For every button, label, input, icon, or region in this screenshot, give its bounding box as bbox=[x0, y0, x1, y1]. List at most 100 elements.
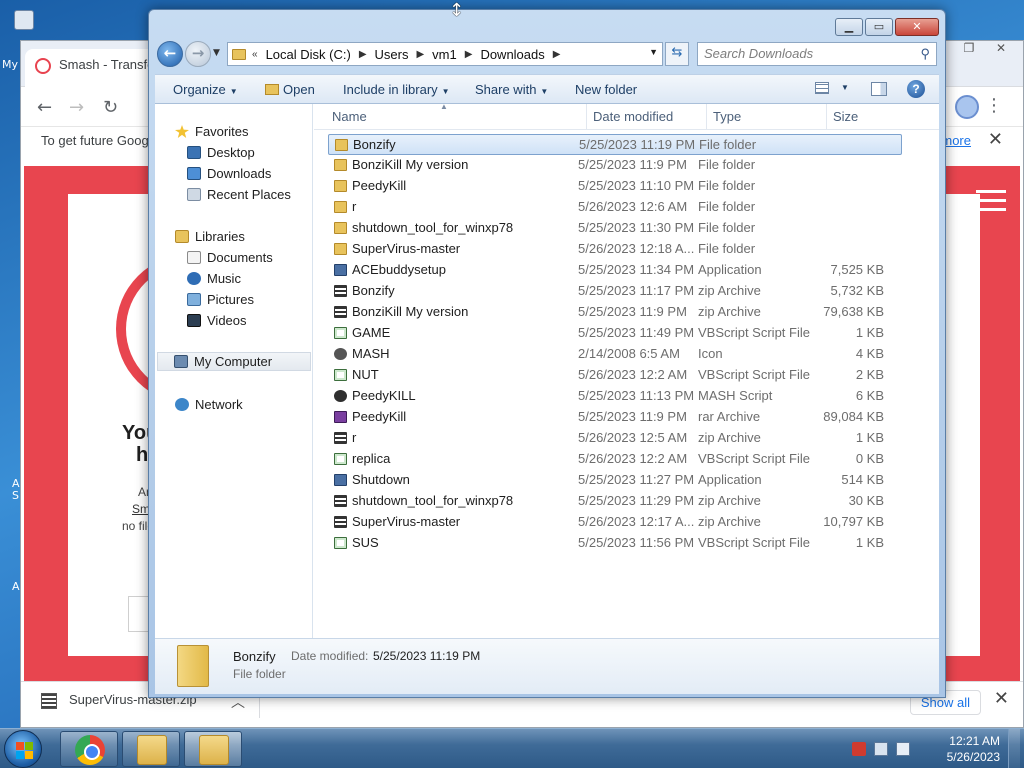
preview-pane-icon[interactable] bbox=[871, 82, 887, 96]
file-row[interactable]: BonziKill My version 5/25/2023 11:9 PM zip… bbox=[328, 302, 902, 323]
breadcrumb-users[interactable]: Users bbox=[375, 47, 409, 62]
share-with-button[interactable]: Share with ▼ bbox=[475, 82, 548, 97]
clock-time[interactable]: 12:21 AM bbox=[949, 734, 1000, 748]
open-label: Open bbox=[283, 82, 315, 97]
nav-music[interactable]: Music bbox=[187, 271, 241, 286]
command-bar: Organize ▼ Open Include in library ▼ Share… bbox=[155, 74, 939, 104]
nav-downloads[interactable]: Downloads bbox=[187, 166, 271, 181]
column-divider[interactable] bbox=[826, 104, 827, 130]
breadcrumb-arrow-icon[interactable]: ▶ bbox=[465, 49, 473, 60]
file-row[interactable]: SuperVirus-master 5/26/2023 12:18 A... Fil… bbox=[328, 239, 902, 260]
nav-desktop[interactable]: Desktop bbox=[187, 145, 255, 160]
open-button[interactable]: Open bbox=[265, 82, 315, 97]
start-button[interactable] bbox=[4, 730, 42, 768]
nav-recent-places[interactable]: Recent Places bbox=[187, 187, 291, 202]
explorer-window: ▁ ▭ ✕ ← → ▼ « Local Disk (C:) ▶ Users ▶ … bbox=[148, 9, 946, 698]
hamburger-menu-icon[interactable] bbox=[976, 190, 1006, 217]
nav-favorites[interactable]: Favorites bbox=[175, 124, 248, 139]
file-row[interactable]: r 5/26/2023 12:6 AM File folder bbox=[328, 197, 902, 218]
file-row[interactable]: PeedyKill 5/25/2023 11:9 PM rar Archive 89,… bbox=[328, 407, 902, 428]
nav-network[interactable]: Network bbox=[175, 397, 243, 412]
file-row[interactable]: ACEbuddysetup 5/25/2023 11:34 PM Applicati… bbox=[328, 260, 902, 281]
recent-places-icon bbox=[187, 188, 201, 201]
column-type[interactable]: Type bbox=[713, 109, 741, 124]
file-row[interactable]: SuperVirus-master 5/26/2023 12:17 A... zip… bbox=[328, 512, 902, 533]
windows-logo-icon-part bbox=[16, 751, 24, 759]
file-row[interactable]: PeedyKILL 5/25/2023 11:13 PM MASH Script 6 … bbox=[328, 386, 902, 407]
file-row[interactable]: shutdown_tool_for_winxp78 5/25/2023 11:30… bbox=[328, 218, 902, 239]
chrome-tab[interactable]: Smash - Transfe bbox=[25, 49, 165, 87]
taskbar-explorer-2[interactable] bbox=[184, 731, 242, 767]
recent-pages-dropdown-icon[interactable]: ▼ bbox=[213, 48, 220, 58]
folder-file-icon bbox=[335, 139, 348, 151]
file-row[interactable]: Bonzify 5/25/2023 11:17 PM zip Archive 5,73… bbox=[328, 281, 902, 302]
file-row[interactable]: r 5/26/2023 12:5 AM zip Archive 1 KB bbox=[328, 428, 902, 449]
overflow-chevron-icon[interactable]: « bbox=[252, 49, 258, 60]
minimize-icon[interactable]: ▁ bbox=[835, 18, 863, 36]
file-date-modified: 5/25/2023 11:30 PM bbox=[578, 220, 695, 235]
view-dropdown-icon[interactable]: ▼ bbox=[841, 83, 849, 92]
file-row[interactable]: BonziKill My version 5/25/2023 11:9 PM Fil… bbox=[328, 155, 902, 176]
download-shelf-close-icon[interactable]: ✕ bbox=[994, 688, 1009, 709]
network-status-icon[interactable] bbox=[874, 742, 888, 756]
reload-icon[interactable]: ↻ bbox=[103, 97, 118, 118]
file-row[interactable]: Shutdown 5/25/2023 11:27 PM Application 514… bbox=[328, 470, 902, 491]
search-input[interactable]: Search Downloads ⚲ bbox=[697, 42, 937, 66]
file-row[interactable]: replica 5/26/2023 12:2 AM VBScript Script … bbox=[328, 449, 902, 470]
breadcrumb-arrow-icon[interactable]: ▶ bbox=[416, 49, 424, 60]
taskbar-chrome[interactable] bbox=[60, 731, 118, 767]
large-folder-icon bbox=[177, 645, 209, 687]
breadcrumb-arrow-icon[interactable]: ▶ bbox=[359, 49, 367, 60]
clock-date[interactable]: 5/26/2023 bbox=[947, 750, 1000, 764]
nav-libraries[interactable]: Libraries bbox=[175, 229, 245, 244]
new-folder-button[interactable]: New folder bbox=[575, 82, 637, 97]
volume-muted-icon[interactable] bbox=[896, 742, 910, 756]
breadcrumb-downloads[interactable]: Downloads bbox=[480, 47, 544, 62]
maximize-icon[interactable]: ▭ bbox=[865, 18, 893, 36]
file-date-modified: 5/25/2023 11:56 PM bbox=[578, 535, 695, 550]
explorer-window-controls: ▁ ▭ ✕ bbox=[833, 18, 939, 36]
include-in-library-button[interactable]: Include in library ▼ bbox=[343, 82, 450, 97]
file-row[interactable]: GAME 5/25/2023 11:49 PM VBScript Script Fi… bbox=[328, 323, 902, 344]
file-row[interactable]: PeedyKill 5/25/2023 11:10 PM File folder bbox=[328, 176, 902, 197]
file-row[interactable]: Bonzify 5/25/2023 11:19 PM File folder bbox=[328, 134, 902, 155]
breadcrumb-local-disk[interactable]: Local Disk (C:) bbox=[266, 47, 351, 62]
file-row[interactable]: MASH 2/14/2008 6:5 AM Icon 4 KB bbox=[328, 344, 902, 365]
column-date-modified[interactable]: Date modified bbox=[593, 109, 673, 124]
file-row[interactable]: shutdown_tool_for_winxp78 5/25/2023 11:29… bbox=[328, 491, 902, 512]
close-icon[interactable]: ✕ bbox=[895, 18, 939, 36]
nav-my-computer[interactable]: My Computer bbox=[157, 352, 311, 371]
kebab-menu-icon[interactable]: ⋮ bbox=[985, 95, 1003, 116]
breadcrumb-arrow-icon[interactable]: ▶ bbox=[553, 49, 561, 60]
back-arrow-icon[interactable]: ← bbox=[37, 97, 52, 118]
column-name[interactable]: Name bbox=[332, 109, 367, 124]
breadcrumb-vm1[interactable]: vm1 bbox=[432, 47, 457, 62]
nav-videos[interactable]: Videos bbox=[187, 313, 247, 328]
nav-documents[interactable]: Documents bbox=[187, 250, 273, 265]
forward-arrow-icon[interactable]: → bbox=[69, 97, 84, 118]
file-row[interactable]: NUT 5/26/2023 12:2 AM VBScript Script File… bbox=[328, 365, 902, 386]
forward-button[interactable]: → bbox=[185, 41, 211, 67]
search-icon[interactable]: ⚲ bbox=[920, 46, 930, 62]
view-options-icon[interactable] bbox=[815, 82, 829, 94]
profile-avatar-icon[interactable] bbox=[955, 95, 979, 119]
help-icon[interactable]: ? bbox=[907, 80, 925, 98]
column-size[interactable]: Size bbox=[833, 109, 858, 124]
chrome-restore-icon[interactable]: ❐ bbox=[953, 41, 985, 59]
back-button[interactable]: ← bbox=[157, 41, 183, 67]
taskbar-explorer-1[interactable] bbox=[122, 731, 180, 767]
refresh-icon[interactable]: ⇆ bbox=[665, 42, 689, 66]
desktop-icon-computer[interactable] bbox=[14, 10, 36, 30]
organize-button[interactable]: Organize ▼ bbox=[173, 82, 238, 97]
infobar-close-icon[interactable]: ✕ bbox=[988, 129, 1003, 150]
navigation-pane: Favorites Desktop Downloads Recent Place… bbox=[155, 104, 313, 638]
file-row[interactable]: SUS 5/25/2023 11:56 PM VBScript Script Fil… bbox=[328, 533, 902, 554]
column-divider[interactable] bbox=[586, 104, 587, 130]
chrome-close-icon[interactable]: ✕ bbox=[985, 41, 1017, 59]
nav-pictures[interactable]: Pictures bbox=[187, 292, 254, 307]
action-center-icon[interactable] bbox=[852, 742, 866, 756]
column-divider[interactable] bbox=[706, 104, 707, 130]
show-desktop-button[interactable] bbox=[1008, 729, 1020, 768]
address-dropdown-icon[interactable]: ▼ bbox=[649, 47, 658, 57]
address-bar[interactable]: « Local Disk (C:) ▶ Users ▶ vm1 ▶ Downlo… bbox=[227, 42, 663, 66]
